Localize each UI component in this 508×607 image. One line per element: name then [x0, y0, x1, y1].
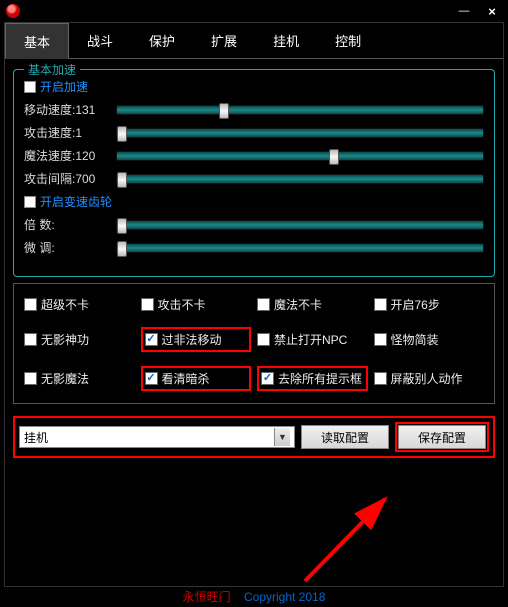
title-bar: — ×: [0, 0, 508, 22]
enable-gear-label: 开启变速齿轮: [40, 193, 112, 210]
options-grid: 超级不卡 攻击不卡 魔法不卡 开启76步无影神功 过非法移动 禁止打开NPC 怪物简装无影魔…: [13, 283, 495, 404]
option-checkbox-8[interactable]: [24, 372, 37, 385]
tab-protect[interactable]: 保护: [131, 23, 193, 58]
option-label-3: 开启76步: [391, 296, 440, 313]
speed-slider-0-slider[interactable]: [116, 105, 484, 115]
gear-slider-1-label: 微 调:: [24, 239, 110, 256]
speed-fieldset: 基本加速 开启加速 移动速度:131攻击速度:1魔法速度:120攻击间隔:700…: [13, 69, 495, 277]
footer-brand: 永恒旺门: [183, 590, 231, 604]
tab-extend[interactable]: 扩展: [193, 23, 255, 58]
gear-slider-0-slider[interactable]: [116, 220, 484, 230]
gear-slider-0-label: 倍 数:: [24, 216, 110, 233]
close-button[interactable]: ×: [478, 1, 506, 21]
option-checkbox-9[interactable]: [145, 372, 158, 385]
speed-slider-2-slider[interactable]: [116, 151, 484, 161]
tab-basic[interactable]: 基本: [5, 23, 69, 59]
option-checkbox-4[interactable]: [24, 333, 37, 346]
speed-slider-3-label: 攻击间隔:700: [24, 170, 110, 187]
enable-speed-label: 开启加速: [40, 78, 88, 95]
main-frame: 基本 战斗 保护 扩展 挂机 控制 基本加速 开启加速 移动速度:131 攻击速度…: [4, 22, 504, 587]
speed-slider-1-label: 攻击速度:1: [24, 124, 110, 141]
tab-bot[interactable]: 挂机: [255, 23, 317, 58]
option-label-9: 看清暗杀: [162, 370, 210, 387]
footer-copyright: Copyright 2018: [244, 590, 325, 604]
chevron-down-icon: ▼: [274, 428, 290, 446]
option-label-4: 无影神功: [41, 331, 89, 348]
option-checkbox-2[interactable]: [257, 298, 270, 311]
option-label-11: 屏蔽别人动作: [391, 370, 463, 387]
gear-slider-0-thumb[interactable]: [117, 218, 127, 234]
option-checkbox-7[interactable]: [374, 333, 387, 346]
option-label-8: 无影魔法: [41, 370, 89, 387]
tab-bar: 基本 战斗 保护 扩展 挂机 控制: [5, 23, 503, 59]
gear-slider-1-slider[interactable]: [116, 243, 484, 253]
enable-speed-checkbox[interactable]: [24, 81, 36, 93]
option-label-6: 禁止打开NPC: [274, 331, 347, 348]
speed-legend: 基本加速: [24, 61, 80, 78]
config-row: 挂机 ▼ 读取配置 保存配置: [13, 416, 495, 458]
option-checkbox-10[interactable]: [261, 372, 274, 385]
speed-slider-3-thumb[interactable]: [117, 172, 127, 188]
option-label-10: 去除所有提示框: [278, 370, 362, 387]
option-label-2: 魔法不卡: [274, 296, 322, 313]
option-checkbox-3[interactable]: [374, 298, 387, 311]
read-config-button[interactable]: 读取配置: [301, 425, 389, 449]
speed-slider-2-thumb[interactable]: [329, 149, 339, 165]
option-checkbox-11[interactable]: [374, 372, 387, 385]
gear-slider-1-thumb[interactable]: [117, 241, 127, 257]
option-label-1: 攻击不卡: [158, 296, 206, 313]
option-checkbox-1[interactable]: [141, 298, 154, 311]
speed-slider-2-label: 魔法速度:120: [24, 147, 110, 164]
app-icon: [6, 4, 20, 18]
tab-combat[interactable]: 战斗: [69, 23, 131, 58]
config-combo-value: 挂机: [24, 429, 48, 446]
enable-gear-checkbox[interactable]: [24, 196, 36, 208]
config-combo[interactable]: 挂机 ▼: [19, 426, 295, 448]
footer: 永恒旺门 Copyright 2018: [0, 588, 508, 605]
speed-slider-0-label: 移动速度:131: [24, 101, 110, 118]
speed-slider-0-thumb[interactable]: [219, 103, 229, 119]
speed-slider-3-slider[interactable]: [116, 174, 484, 184]
option-label-7: 怪物简装: [391, 331, 439, 348]
save-config-button[interactable]: 保存配置: [398, 425, 486, 449]
speed-slider-1-slider[interactable]: [116, 128, 484, 138]
option-checkbox-0[interactable]: [24, 298, 37, 311]
annotation-arrow-icon: [265, 491, 405, 591]
option-label-0: 超级不卡: [41, 296, 89, 313]
option-label-5: 过非法移动: [162, 331, 222, 348]
option-checkbox-6[interactable]: [257, 333, 270, 346]
minimize-button[interactable]: —: [450, 1, 478, 21]
option-checkbox-5[interactable]: [145, 333, 158, 346]
speed-slider-1-thumb[interactable]: [117, 126, 127, 142]
tab-control[interactable]: 控制: [317, 23, 379, 58]
